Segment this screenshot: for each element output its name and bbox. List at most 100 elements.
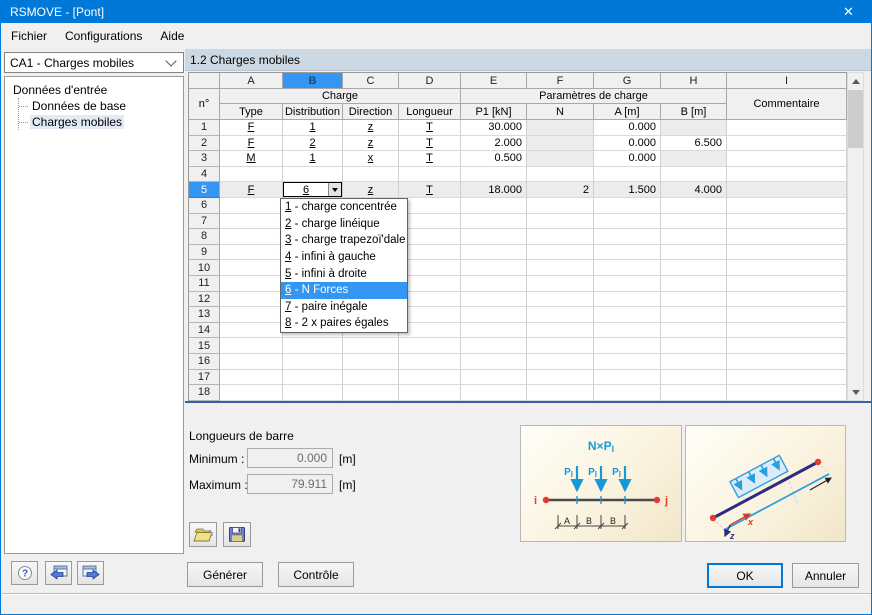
cell-commentaire[interactable] xyxy=(727,291,847,308)
cell-commentaire[interactable] xyxy=(727,260,847,276)
previous-table-button[interactable] xyxy=(45,561,72,585)
cell-direction[interactable] xyxy=(343,353,399,370)
cell-a[interactable] xyxy=(594,275,661,292)
col-letter-G[interactable]: G xyxy=(594,73,661,89)
cell-b[interactable] xyxy=(661,151,727,167)
cell-longueur[interactable]: T xyxy=(399,182,461,198)
cell-n[interactable] xyxy=(527,322,594,339)
save-button[interactable] xyxy=(223,522,251,547)
cell-commentaire[interactable] xyxy=(727,197,847,214)
cell-distribution[interactable] xyxy=(283,353,343,370)
col-letter-D[interactable]: D xyxy=(399,73,461,89)
table-row[interactable]: 16 xyxy=(189,353,847,370)
distribution-dropdown-list[interactable]: 1 - charge concentrée 2 - charge linéique… xyxy=(280,198,408,333)
cell-longueur[interactable] xyxy=(399,229,461,245)
cell-type[interactable] xyxy=(220,244,283,261)
dropdown-option-7[interactable]: 7 - paire inégale xyxy=(281,299,407,316)
distribution-combobox[interactable]: 6 xyxy=(283,182,342,197)
cell-distribution[interactable]: 6 xyxy=(283,182,343,198)
cell-longueur[interactable] xyxy=(399,353,461,370)
cell-a[interactable] xyxy=(594,229,661,245)
cell-b[interactable] xyxy=(661,244,727,261)
cell-type[interactable] xyxy=(220,260,283,276)
cell-longueur[interactable] xyxy=(399,213,461,230)
tree-root-donnees-entree[interactable]: Données d'entrée xyxy=(11,82,183,98)
cell-p1[interactable] xyxy=(461,369,527,386)
cell-b[interactable] xyxy=(661,338,727,354)
cell-n[interactable] xyxy=(527,197,594,214)
title-bar[interactable]: RSMOVE - [Pont] ✕ xyxy=(1,1,871,23)
cell-a[interactable] xyxy=(594,166,661,183)
cell-type[interactable] xyxy=(220,197,283,214)
cell-direction[interactable]: z xyxy=(343,182,399,198)
cell-type[interactable] xyxy=(220,338,283,354)
col-letter-E[interactable]: E xyxy=(461,73,527,89)
next-table-button[interactable] xyxy=(77,561,104,585)
table-scrollbar[interactable] xyxy=(847,72,864,401)
cell-p1[interactable]: 30.000 xyxy=(461,120,527,136)
cell-p1[interactable]: 2.000 xyxy=(461,135,527,152)
cell-b[interactable] xyxy=(661,369,727,386)
col-letter-A[interactable]: A xyxy=(220,73,283,89)
cell-p1[interactable] xyxy=(461,307,527,323)
cell-longueur[interactable]: T xyxy=(399,151,461,167)
cell-longueur[interactable] xyxy=(399,338,461,354)
cell-commentaire[interactable] xyxy=(727,120,847,136)
scroll-up-icon[interactable] xyxy=(848,73,863,89)
cell-b[interactable] xyxy=(661,291,727,308)
cell-longueur[interactable]: T xyxy=(399,135,461,152)
tree-item-charges-mobiles[interactable]: Charges mobiles xyxy=(19,114,183,130)
cell-direction[interactable] xyxy=(343,385,399,401)
cell-n[interactable] xyxy=(527,213,594,230)
cell-n[interactable] xyxy=(527,307,594,323)
table-row[interactable]: 18 xyxy=(189,385,847,401)
cell-commentaire[interactable] xyxy=(727,135,847,152)
cell-type[interactable]: F xyxy=(220,135,283,152)
cell-longueur[interactable] xyxy=(399,244,461,261)
cell-longueur[interactable] xyxy=(399,166,461,183)
cell-n[interactable] xyxy=(527,291,594,308)
cell-commentaire[interactable] xyxy=(727,338,847,354)
row-number[interactable]: 2 xyxy=(189,135,220,152)
cell-type[interactable] xyxy=(220,307,283,323)
cell-distribution[interactable]: 2 xyxy=(283,135,343,152)
cell-a[interactable] xyxy=(594,369,661,386)
cell-p1[interactable] xyxy=(461,213,527,230)
cell-p1[interactable] xyxy=(461,244,527,261)
corner-cell[interactable] xyxy=(189,73,220,89)
row-number[interactable]: 7 xyxy=(189,213,220,230)
cell-a[interactable] xyxy=(594,353,661,370)
cell-type[interactable]: F xyxy=(220,120,283,136)
cell-n[interactable] xyxy=(527,135,594,152)
table-row[interactable]: 4 xyxy=(189,166,847,183)
cell-longueur[interactable] xyxy=(399,197,461,214)
cell-p1[interactable] xyxy=(461,166,527,183)
cell-a[interactable]: 0.000 xyxy=(594,151,661,167)
cell-commentaire[interactable] xyxy=(727,307,847,323)
cell-direction[interactable]: z xyxy=(343,135,399,152)
cell-commentaire[interactable] xyxy=(727,275,847,292)
cell-b[interactable] xyxy=(661,213,727,230)
table-row[interactable]: 17 xyxy=(189,369,847,386)
cell-b[interactable] xyxy=(661,229,727,245)
cell-a[interactable] xyxy=(594,322,661,339)
cell-b[interactable] xyxy=(661,275,727,292)
cell-n[interactable] xyxy=(527,120,594,136)
cell-b[interactable] xyxy=(661,197,727,214)
row-number[interactable]: 14 xyxy=(189,322,220,339)
cell-b[interactable]: 6.500 xyxy=(661,135,727,152)
cell-p1[interactable]: 18.000 xyxy=(461,182,527,198)
cell-longueur[interactable] xyxy=(399,307,461,323)
row-number[interactable]: 17 xyxy=(189,369,220,386)
row-number[interactable]: 10 xyxy=(189,260,220,276)
cell-longueur[interactable] xyxy=(399,291,461,308)
cell-a[interactable] xyxy=(594,291,661,308)
cell-b[interactable] xyxy=(661,166,727,183)
cell-b[interactable] xyxy=(661,260,727,276)
row-number[interactable]: 6 xyxy=(189,197,220,214)
cell-commentaire[interactable] xyxy=(727,213,847,230)
cell-commentaire[interactable] xyxy=(727,369,847,386)
generate-button[interactable]: Générer xyxy=(187,562,263,587)
table-row[interactable]: 1 F 1 z T 30.000 0.000 xyxy=(189,120,847,136)
dropdown-option-4[interactable]: 4 - infini à gauche xyxy=(281,249,407,266)
